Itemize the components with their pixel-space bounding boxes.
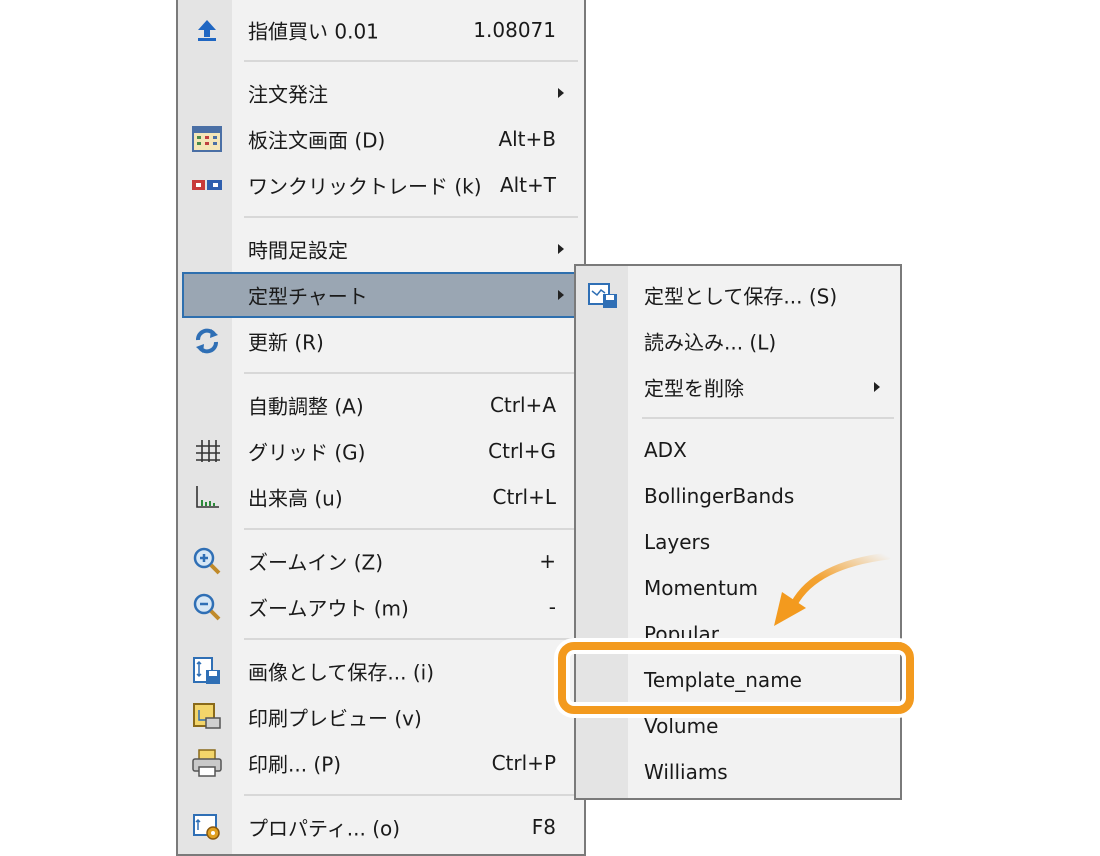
submenu-item-template[interactable]: Williams [576,749,900,795]
submenu-item-label: ADX [644,438,687,462]
printer-icon [190,748,224,778]
submenu-arrow-icon [558,244,564,254]
callout-arrow-icon [774,552,892,626]
submenu-item-label: Momentum [644,576,758,600]
menu-item-label: 自動調整 (A) [248,394,364,419]
menu-item-label: 画像として保存... (i) [248,660,434,685]
menu-item-label: ズームイン (Z) [248,550,384,575]
menu-item-label: ズームアウト (m) [248,596,409,621]
save-image-icon [190,656,224,686]
menu-item-shortcut: Ctrl+L [492,485,557,509]
menu-item-shortcut: + [539,549,556,573]
menu-item-shortcut: Alt+T [499,173,556,197]
grid-icon [190,436,224,466]
menu-item-label: 指値買い 0.01 [248,19,379,44]
menu-separator [642,417,894,419]
menu-item-save-image[interactable]: 画像として保存... (i) [178,648,584,694]
menu-item-one-click-trade[interactable]: ワンクリックトレード (k) Alt+T [178,162,584,208]
zoom-in-icon [190,546,224,576]
menu-item-label: ワンクリックトレード (k) [248,174,482,199]
submenu-item-label: 読み込み... (L) [644,330,777,355]
menu-item-label: 定型チャート [248,284,368,309]
volume-icon [190,482,224,512]
submenu-item-delete-template[interactable]: 定型を削除 [576,364,900,410]
menu-item-label: グリッド (G) [248,440,366,465]
menu-item-volume[interactable]: 出来高 (u) Ctrl+L [178,474,584,520]
menu-item-zoom-in[interactable]: ズームイン (Z) + [178,538,584,584]
menu-separator [244,794,578,796]
menu-item-shortcut: - [548,595,556,619]
menu-separator [244,372,578,374]
submenu-item-label: Volume [644,714,719,738]
menu-item-shortcut: 1.08071 [473,18,556,42]
submenu-arrow-icon [558,88,564,98]
submenu-arrow-icon [558,290,564,300]
submenu-item-save-template[interactable]: 定型として保存... (S) [576,272,900,318]
zoom-out-icon [190,592,224,622]
chart-context-menu: 指値買い 0.01 1.08071 注文発注 板注文画面 (D) Alt+B ワ… [176,0,586,856]
callout-highlight-box [558,642,914,714]
templates-submenu: 定型として保存... (S) 読み込み... (L) 定型を削除 ADX Bol… [574,264,902,800]
menu-separator [244,638,578,640]
menu-item-buy-limit[interactable]: 指値買い 0.01 1.08071 [178,7,584,53]
menu-item-label: 板注文画面 (D) [248,128,386,153]
menu-item-label: 印刷... (P) [248,752,342,777]
submenu-item-label: 定型として保存... (S) [644,284,838,309]
menu-item-print-preview[interactable]: 印刷プレビュー (v) [178,694,584,740]
one-click-trade-icon [190,170,224,200]
menu-item-shortcut: F8 [531,815,556,839]
menu-item-label: 更新 (R) [248,330,324,355]
menu-item-label: 注文発注 [248,82,328,107]
menu-item-print[interactable]: 印刷... (P) Ctrl+P [178,740,584,786]
menu-item-templates[interactable]: 定型チャート [182,272,576,318]
save-template-icon [586,280,620,310]
buy-limit-arrow-icon [190,15,224,45]
menu-item-timeframe[interactable]: 時間足設定 [178,226,584,272]
menu-item-shortcut: Alt+B [498,127,556,151]
menu-item-shortcut: Ctrl+A [489,393,556,417]
submenu-item-load[interactable]: 読み込み... (L) [576,318,900,364]
menu-item-grid[interactable]: グリッド (G) Ctrl+G [178,428,584,474]
menu-separator [244,216,578,218]
menu-item-label: 出来高 (u) [248,486,343,511]
submenu-arrow-icon [874,382,880,392]
menu-item-refresh[interactable]: 更新 (R) [178,318,584,364]
menu-separator [244,528,578,530]
menu-item-zoom-out[interactable]: ズームアウト (m) - [178,584,584,630]
submenu-item-label: Layers [644,530,711,554]
menu-item-properties[interactable]: プロパティ... (o) F8 [178,804,584,850]
print-preview-icon [190,702,224,732]
menu-item-auto-scale[interactable]: 自動調整 (A) Ctrl+A [178,382,584,428]
menu-item-label: プロパティ... (o) [248,816,401,841]
menu-item-label: 時間足設定 [248,238,348,263]
menu-separator [244,60,578,62]
submenu-item-label: Williams [644,760,728,784]
menu-item-place-order[interactable]: 注文発注 [178,70,584,116]
menu-item-order-board[interactable]: 板注文画面 (D) Alt+B [178,116,584,162]
properties-icon [190,812,224,842]
refresh-icon [190,326,224,356]
submenu-item-label: BollingerBands [644,484,795,508]
submenu-item-label: 定型を削除 [644,376,744,401]
submenu-item-template[interactable]: ADX [576,427,900,473]
submenu-item-template[interactable]: BollingerBands [576,473,900,519]
menu-item-shortcut: Ctrl+G [488,439,556,463]
menu-item-shortcut: Ctrl+P [491,751,556,775]
menu-item-label: 印刷プレビュー (v) [248,706,422,731]
order-board-icon [190,124,224,154]
